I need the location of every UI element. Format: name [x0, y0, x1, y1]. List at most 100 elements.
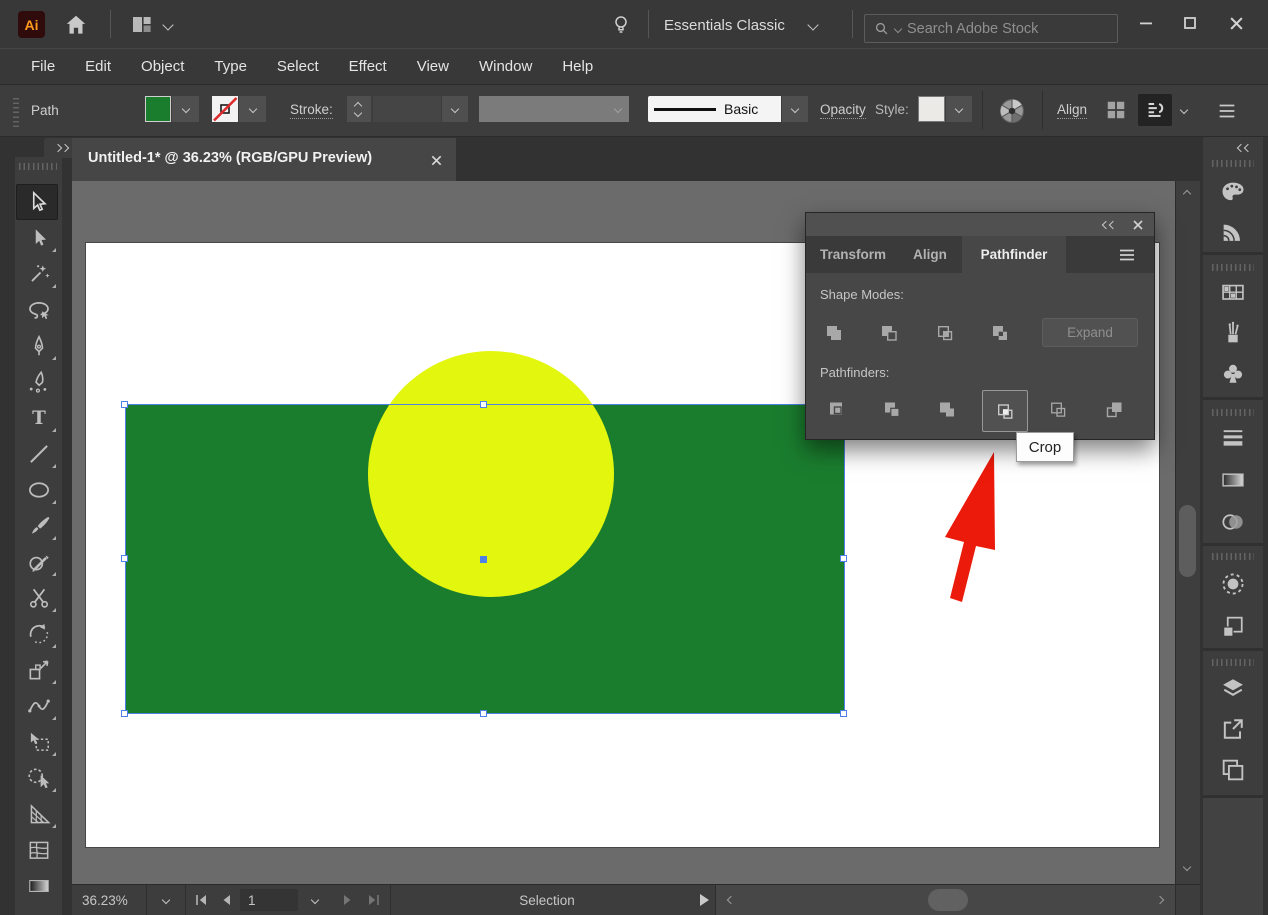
panel-button-graphic-styles[interactable] [1211, 607, 1255, 647]
vertical-scrollbar[interactable] [1175, 181, 1200, 884]
status-expand-icon[interactable] [700, 894, 709, 906]
pathfinder-crop-button-hovered[interactable] [982, 390, 1028, 432]
align-label[interactable]: Align [1057, 102, 1087, 119]
shape-mode-unite-button[interactable] [819, 319, 849, 347]
selection-handle-e[interactable] [840, 555, 847, 562]
scroll-up-icon[interactable] [1183, 190, 1191, 198]
shape-builder-tool[interactable] [17, 760, 60, 796]
panel-button-asset-export[interactable] [1211, 709, 1255, 749]
curvature-tool[interactable] [17, 364, 60, 400]
pathfinder-minus-back-button[interactable] [1099, 395, 1129, 423]
menu-select[interactable]: Select [262, 49, 334, 84]
panel-menu-button[interactable] [1114, 246, 1140, 264]
panel-button-appearance[interactable] [1211, 564, 1255, 604]
selection-center-point[interactable] [480, 556, 487, 563]
selection-handle-w[interactable] [121, 555, 128, 562]
menu-effect[interactable]: Effect [334, 49, 402, 84]
panel-button-symbols[interactable] [1211, 354, 1255, 394]
tools-panel-grip[interactable] [19, 163, 57, 170]
panel-button-transparency[interactable] [1211, 502, 1255, 542]
panel-collapse-button[interactable] [1098, 217, 1120, 233]
dock-group-grip[interactable] [1212, 160, 1254, 167]
discover-button[interactable] [606, 12, 636, 38]
brush-definition-dropdown[interactable]: Basic [648, 96, 781, 122]
last-artboard-button[interactable] [362, 892, 384, 908]
control-panel-menu-button[interactable] [1212, 97, 1242, 125]
maximize-button[interactable] [1168, 0, 1212, 46]
stroke-color-swatch[interactable] [212, 96, 238, 122]
scissors-tool[interactable] [17, 580, 60, 616]
previous-artboard-button[interactable] [216, 892, 236, 908]
menu-type[interactable]: Type [199, 49, 262, 84]
style-dropdown[interactable] [945, 96, 972, 122]
first-artboard-button[interactable] [190, 892, 212, 908]
shaper-tool[interactable] [17, 544, 60, 580]
panel-button-swatches[interactable] [1211, 272, 1255, 312]
free-transform-tool[interactable] [17, 724, 60, 760]
status-indicator[interactable]: Selection [402, 885, 692, 915]
lasso-tool[interactable] [17, 292, 60, 328]
panel-button-color[interactable] [1211, 172, 1255, 212]
menu-view[interactable]: View [402, 49, 464, 84]
panel-button-stroke[interactable] [1211, 417, 1255, 457]
document-tab[interactable]: Untitled-1* @ 36.23% (RGB/GPU Preview) [72, 138, 456, 181]
menu-window[interactable]: Window [464, 49, 547, 84]
panel-button-artboards[interactable] [1211, 750, 1255, 790]
scroll-left-icon[interactable] [727, 896, 735, 904]
panel-button-layers[interactable] [1211, 668, 1255, 708]
selection-handle-se[interactable] [840, 710, 847, 717]
scale-tool[interactable] [17, 652, 60, 688]
style-swatch[interactable] [918, 96, 945, 122]
stroke-weight-dropdown[interactable] [441, 96, 468, 122]
dock-group-grip[interactable] [1212, 264, 1254, 271]
home-button[interactable] [60, 11, 92, 38]
panel-button-brushes[interactable] [1211, 313, 1255, 353]
gradient-tool[interactable] [17, 868, 60, 904]
next-artboard-button[interactable] [338, 892, 358, 908]
recolor-artwork-button[interactable] [995, 94, 1028, 127]
vertical-scroll-thumb[interactable] [1179, 505, 1196, 577]
artboard-dropdown[interactable] [298, 885, 332, 915]
selection-handle-nw[interactable] [121, 401, 128, 408]
pathfinder-divide-button[interactable] [822, 395, 852, 423]
direct-selection-tool[interactable] [17, 220, 60, 256]
horizontal-scroll-thumb[interactable] [928, 889, 968, 911]
selection-handle-n[interactable] [480, 401, 487, 408]
workspace-switcher[interactable]: Essentials Classic [664, 12, 817, 38]
pen-tool[interactable] [17, 328, 60, 364]
perspective-grid-tool[interactable] [17, 796, 60, 832]
shape-mode-intersect-button[interactable] [930, 319, 960, 347]
menu-edit[interactable]: Edit [70, 49, 126, 84]
menu-help[interactable]: Help [547, 49, 608, 84]
align-to-selection-button[interactable] [1138, 94, 1172, 126]
tab-pathfinder[interactable]: Pathfinder [962, 236, 1066, 273]
menu-file[interactable]: File [16, 49, 70, 84]
dock-group-grip[interactable] [1212, 659, 1254, 666]
paintbrush-tool[interactable] [17, 508, 60, 544]
stroke-color-dropdown[interactable] [238, 96, 266, 122]
selection-tool[interactable] [16, 184, 58, 220]
ellipse-tool[interactable] [17, 472, 60, 508]
mesh-tool[interactable] [17, 832, 60, 868]
brush-definition-chevron[interactable] [781, 96, 808, 122]
stroke-weight-label[interactable]: Stroke: [290, 102, 333, 119]
align-objects-button[interactable] [1102, 97, 1130, 123]
zoom-dropdown[interactable] [147, 885, 185, 915]
panel-button-gradient[interactable] [1211, 460, 1255, 500]
shape-mode-exclude-button[interactable] [985, 319, 1015, 347]
control-bar-grip[interactable] [13, 95, 19, 127]
dock-group-grip[interactable] [1212, 553, 1254, 560]
width-tool[interactable] [17, 688, 60, 724]
magic-wand-tool[interactable] [17, 256, 60, 292]
stepper-down-icon[interactable] [354, 109, 362, 117]
stroke-weight-stepper[interactable] [347, 96, 371, 122]
pathfinder-merge-button[interactable] [932, 395, 962, 423]
line-segment-tool[interactable] [17, 436, 60, 472]
horizontal-scrollbar[interactable] [716, 885, 1175, 915]
arrange-documents-button[interactable] [130, 12, 172, 38]
opacity-label[interactable]: Opacity [820, 102, 866, 119]
zoom-level[interactable]: 36.23% [82, 893, 128, 908]
fill-color-swatch[interactable] [145, 96, 171, 122]
selection-handle-sw[interactable] [121, 710, 128, 717]
stroke-weight-field[interactable] [373, 96, 441, 122]
